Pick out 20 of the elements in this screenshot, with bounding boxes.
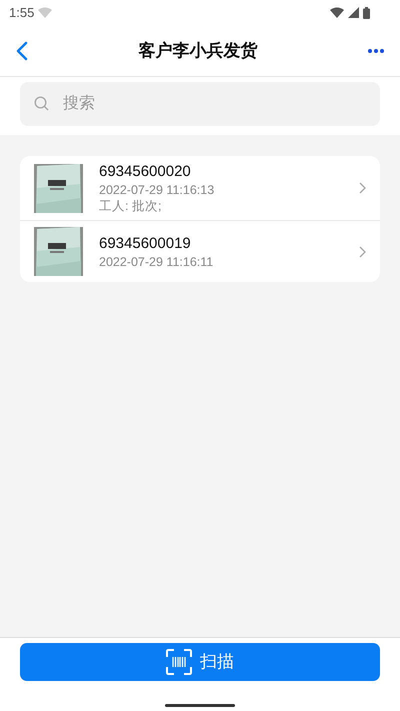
battery-icon	[363, 6, 370, 18]
shipment-code: 69345600019	[99, 234, 192, 254]
page-title: 客户李小兵发货	[138, 40, 258, 62]
more-icon[interactable]	[368, 48, 384, 52]
wifi-icon	[330, 7, 344, 18]
scan-button[interactable]: 扫描	[20, 643, 380, 681]
status-time: 1:55	[9, 4, 34, 22]
search-field[interactable]: 搜索	[20, 82, 380, 126]
shipment-time: 2022-07-29 11:16:11	[99, 254, 214, 270]
shipment-item[interactable]: 69345600020 2022-07-29 11:16:13 工人: 批次;	[20, 156, 380, 221]
chevron-right-icon	[359, 182, 366, 194]
wifi-icon	[38, 7, 52, 18]
chevron-right-icon	[359, 246, 366, 258]
barcode-scan-icon	[166, 649, 192, 675]
shipment-time: 2022-07-29 11:16:13	[99, 182, 216, 198]
back-icon[interactable]	[16, 40, 28, 60]
signal-icon	[348, 7, 359, 18]
shipment-note: 工人: 批次;	[99, 198, 162, 214]
shipment-item[interactable]: 69345600019 2022-07-29 11:16:11	[20, 221, 380, 282]
shipment-code: 69345600020	[99, 162, 192, 182]
